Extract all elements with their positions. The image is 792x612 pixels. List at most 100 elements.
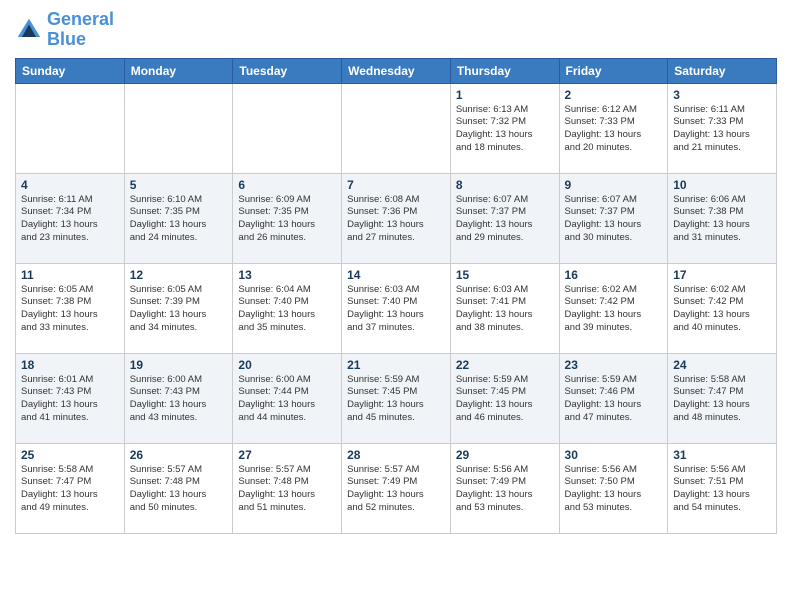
day-number: 12 bbox=[130, 268, 228, 282]
day-cell: 27 Sunrise: 5:57 AM Sunset: 7:48 PM Dayli… bbox=[233, 443, 342, 533]
day-cell: 24 Sunrise: 5:58 AM Sunset: 7:47 PM Dayli… bbox=[668, 353, 777, 443]
day-info: Sunrise: 6:11 AM Sunset: 7:34 PM Dayligh… bbox=[21, 194, 119, 245]
day-cell bbox=[16, 83, 125, 173]
day-cell: 15 Sunrise: 6:03 AM Sunset: 7:41 PM Dayli… bbox=[450, 263, 559, 353]
day-cell: 12 Sunrise: 6:05 AM Sunset: 7:39 PM Dayli… bbox=[124, 263, 233, 353]
day-cell: 6 Sunrise: 6:09 AM Sunset: 7:35 PM Daylig… bbox=[233, 173, 342, 263]
day-info: Sunrise: 6:09 AM Sunset: 7:35 PM Dayligh… bbox=[238, 194, 336, 245]
day-number: 28 bbox=[347, 448, 445, 462]
week-row-4: 18 Sunrise: 6:01 AM Sunset: 7:43 PM Dayli… bbox=[16, 353, 777, 443]
week-row-1: 1Sunrise: 6:13 AM Sunset: 7:32 PM Daylig… bbox=[16, 83, 777, 173]
day-number: 5 bbox=[130, 178, 228, 192]
day-info: Sunrise: 6:03 AM Sunset: 7:41 PM Dayligh… bbox=[456, 284, 554, 335]
day-number: 13 bbox=[238, 268, 336, 282]
day-info: Sunrise: 5:57 AM Sunset: 7:48 PM Dayligh… bbox=[238, 464, 336, 515]
day-number: 27 bbox=[238, 448, 336, 462]
day-cell: 8 Sunrise: 6:07 AM Sunset: 7:37 PM Daylig… bbox=[450, 173, 559, 263]
day-number: 31 bbox=[673, 448, 771, 462]
day-cell: 2 Sunrise: 6:12 AM Sunset: 7:33 PM Daylig… bbox=[559, 83, 668, 173]
day-number: 20 bbox=[238, 358, 336, 372]
day-number: 26 bbox=[130, 448, 228, 462]
day-info: Sunrise: 6:07 AM Sunset: 7:37 PM Dayligh… bbox=[456, 194, 554, 245]
day-number: 2 bbox=[565, 88, 663, 102]
day-number: 18 bbox=[21, 358, 119, 372]
day-cell: 13Sunrise: 6:04 AM Sunset: 7:40 PM Dayli… bbox=[233, 263, 342, 353]
day-info: Sunrise: 5:59 AM Sunset: 7:45 PM Dayligh… bbox=[347, 374, 445, 425]
day-info: Sunrise: 6:12 AM Sunset: 7:33 PM Dayligh… bbox=[565, 104, 663, 155]
day-cell bbox=[233, 83, 342, 173]
week-row-2: 4 Sunrise: 6:11 AM Sunset: 7:34 PM Daylig… bbox=[16, 173, 777, 263]
logo-icon bbox=[15, 16, 43, 44]
day-number: 8 bbox=[456, 178, 554, 192]
day-number: 3 bbox=[673, 88, 771, 102]
weekday-header-tuesday: Tuesday bbox=[233, 58, 342, 83]
day-info: Sunrise: 5:58 AM Sunset: 7:47 PM Dayligh… bbox=[673, 374, 771, 425]
day-cell: 17 Sunrise: 6:02 AM Sunset: 7:42 PM Dayli… bbox=[668, 263, 777, 353]
day-cell: 28 Sunrise: 5:57 AM Sunset: 7:49 PM Dayli… bbox=[342, 443, 451, 533]
day-number: 24 bbox=[673, 358, 771, 372]
day-cell: 16 Sunrise: 6:02 AM Sunset: 7:42 PM Dayli… bbox=[559, 263, 668, 353]
weekday-header-thursday: Thursday bbox=[450, 58, 559, 83]
week-row-5: 25Sunrise: 5:58 AM Sunset: 7:47 PM Dayli… bbox=[16, 443, 777, 533]
day-cell: 25Sunrise: 5:58 AM Sunset: 7:47 PM Dayli… bbox=[16, 443, 125, 533]
day-info: Sunrise: 6:02 AM Sunset: 7:42 PM Dayligh… bbox=[673, 284, 771, 335]
day-cell: 14 Sunrise: 6:03 AM Sunset: 7:40 PM Dayli… bbox=[342, 263, 451, 353]
day-cell: 9Sunrise: 6:07 AM Sunset: 7:37 PM Daylig… bbox=[559, 173, 668, 263]
day-number: 23 bbox=[565, 358, 663, 372]
day-number: 30 bbox=[565, 448, 663, 462]
day-number: 19 bbox=[130, 358, 228, 372]
day-info: Sunrise: 5:59 AM Sunset: 7:46 PM Dayligh… bbox=[565, 374, 663, 425]
week-row-3: 11 Sunrise: 6:05 AM Sunset: 7:38 PM Dayli… bbox=[16, 263, 777, 353]
day-info: Sunrise: 5:57 AM Sunset: 7:48 PM Dayligh… bbox=[130, 464, 228, 515]
day-number: 7 bbox=[347, 178, 445, 192]
weekday-header-friday: Friday bbox=[559, 58, 668, 83]
day-info: Sunrise: 6:02 AM Sunset: 7:42 PM Dayligh… bbox=[565, 284, 663, 335]
day-cell: 21 Sunrise: 5:59 AM Sunset: 7:45 PM Dayli… bbox=[342, 353, 451, 443]
day-info: Sunrise: 5:57 AM Sunset: 7:49 PM Dayligh… bbox=[347, 464, 445, 515]
weekday-header-sunday: Sunday bbox=[16, 58, 125, 83]
day-info: Sunrise: 5:58 AM Sunset: 7:47 PM Dayligh… bbox=[21, 464, 119, 515]
day-cell bbox=[342, 83, 451, 173]
day-number: 16 bbox=[565, 268, 663, 282]
day-cell: 4 Sunrise: 6:11 AM Sunset: 7:34 PM Daylig… bbox=[16, 173, 125, 263]
day-cell: 1Sunrise: 6:13 AM Sunset: 7:32 PM Daylig… bbox=[450, 83, 559, 173]
day-info: Sunrise: 5:56 AM Sunset: 7:50 PM Dayligh… bbox=[565, 464, 663, 515]
day-cell: 11 Sunrise: 6:05 AM Sunset: 7:38 PM Dayli… bbox=[16, 263, 125, 353]
day-number: 6 bbox=[238, 178, 336, 192]
day-info: Sunrise: 6:05 AM Sunset: 7:39 PM Dayligh… bbox=[130, 284, 228, 335]
day-info: Sunrise: 6:08 AM Sunset: 7:36 PM Dayligh… bbox=[347, 194, 445, 245]
day-cell: 10 Sunrise: 6:06 AM Sunset: 7:38 PM Dayli… bbox=[668, 173, 777, 263]
day-number: 29 bbox=[456, 448, 554, 462]
weekday-header-wednesday: Wednesday bbox=[342, 58, 451, 83]
day-info: Sunrise: 6:06 AM Sunset: 7:38 PM Dayligh… bbox=[673, 194, 771, 245]
day-number: 10 bbox=[673, 178, 771, 192]
day-info: Sunrise: 5:59 AM Sunset: 7:45 PM Dayligh… bbox=[456, 374, 554, 425]
day-number: 4 bbox=[21, 178, 119, 192]
day-cell: 30 Sunrise: 5:56 AM Sunset: 7:50 PM Dayli… bbox=[559, 443, 668, 533]
day-number: 15 bbox=[456, 268, 554, 282]
day-info: Sunrise: 6:03 AM Sunset: 7:40 PM Dayligh… bbox=[347, 284, 445, 335]
day-info: Sunrise: 6:00 AM Sunset: 7:43 PM Dayligh… bbox=[130, 374, 228, 425]
day-number: 17 bbox=[673, 268, 771, 282]
day-info: Sunrise: 5:56 AM Sunset: 7:49 PM Dayligh… bbox=[456, 464, 554, 515]
day-info: Sunrise: 6:13 AM Sunset: 7:32 PM Dayligh… bbox=[456, 104, 554, 155]
weekday-header-monday: Monday bbox=[124, 58, 233, 83]
weekday-header-saturday: Saturday bbox=[668, 58, 777, 83]
day-info: Sunrise: 5:56 AM Sunset: 7:51 PM Dayligh… bbox=[673, 464, 771, 515]
day-info: Sunrise: 6:05 AM Sunset: 7:38 PM Dayligh… bbox=[21, 284, 119, 335]
day-number: 22 bbox=[456, 358, 554, 372]
page: General Blue SundayMondayTuesdayWednesda… bbox=[0, 0, 792, 544]
day-number: 11 bbox=[21, 268, 119, 282]
day-cell: 22 Sunrise: 5:59 AM Sunset: 7:45 PM Dayli… bbox=[450, 353, 559, 443]
day-cell: 18 Sunrise: 6:01 AM Sunset: 7:43 PM Dayli… bbox=[16, 353, 125, 443]
day-info: Sunrise: 6:10 AM Sunset: 7:35 PM Dayligh… bbox=[130, 194, 228, 245]
day-cell: 31 Sunrise: 5:56 AM Sunset: 7:51 PM Dayli… bbox=[668, 443, 777, 533]
day-number: 14 bbox=[347, 268, 445, 282]
day-info: Sunrise: 6:01 AM Sunset: 7:43 PM Dayligh… bbox=[21, 374, 119, 425]
day-cell: 23 Sunrise: 5:59 AM Sunset: 7:46 PM Dayli… bbox=[559, 353, 668, 443]
day-number: 21 bbox=[347, 358, 445, 372]
day-cell: 20Sunrise: 6:00 AM Sunset: 7:44 PM Dayli… bbox=[233, 353, 342, 443]
day-info: Sunrise: 6:07 AM Sunset: 7:37 PM Dayligh… bbox=[565, 194, 663, 245]
weekday-header-row: SundayMondayTuesdayWednesdayThursdayFrid… bbox=[16, 58, 777, 83]
header: General Blue bbox=[15, 10, 777, 50]
